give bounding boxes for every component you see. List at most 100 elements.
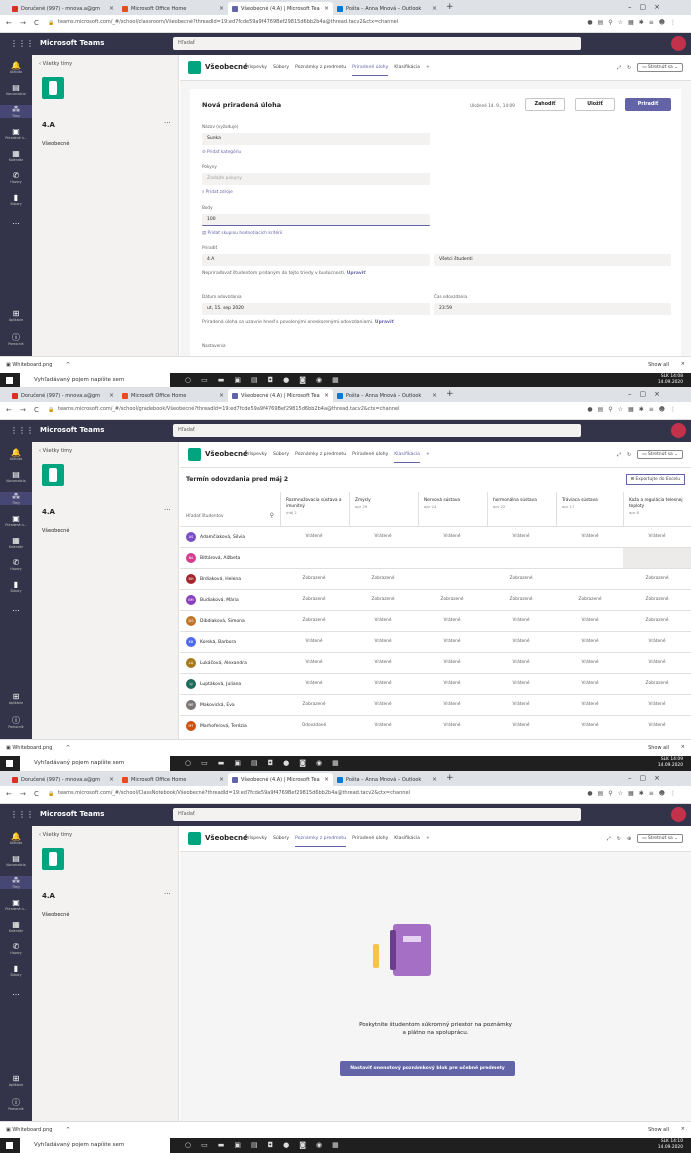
close-icon[interactable]: × [219,776,224,783]
export-excel-button[interactable]: ⊞ Exportujte do Excelu [625,474,685,485]
expand-icon[interactable]: ⤢ [607,836,611,842]
rail-more[interactable]: ... [0,988,32,997]
grade-cell[interactable]: Vrátené [422,681,482,686]
close-icon[interactable]: × [432,392,437,399]
setup-notebook-button[interactable]: Nastaviť onenotový poznámkový blok pre u… [340,1061,515,1076]
assign-button[interactable]: Priradiť [625,98,671,111]
grade-cell[interactable]: Vrátené [422,723,482,728]
grade-cell[interactable]: Vrátené [353,618,413,623]
user-avatar[interactable] [671,423,686,438]
grade-cell[interactable]: Vrátené [353,639,413,644]
window-controls[interactable]: –▢× [628,774,668,782]
tab-assignments[interactable]: Priradené úlohy [352,65,389,76]
student-cell[interactable]: MT Marhoferová, Terézia [186,721,247,731]
back-arrow-icon[interactable]: ← [6,19,12,27]
search-input[interactable]: Hľadať [173,424,581,437]
team-more-icon[interactable]: ··· [164,119,171,127]
grade-cell[interactable]: Zobrazené [560,597,620,602]
browser-tab-gmail[interactable]: Doručené (997) - mnova.a@gm × [8,389,118,402]
students-select[interactable]: Všetci študenti [434,254,671,266]
tab-grades[interactable]: Klasifikácia [394,65,420,76]
grade-cell[interactable]: Vrátené [560,681,620,686]
rail-files[interactable]: ▮ Súbory [0,964,32,977]
grade-cell[interactable]: Vrátené [491,702,551,707]
browser-tab-teams[interactable]: Všeobecné (4.A) | Microsoft Tea × [228,2,333,15]
grade-cell[interactable]: Vrátené [284,681,344,686]
table-row[interactable]: BH Brdiaková, Helena Zobrazené Zobrazené Zob… [180,568,691,588]
student-cell[interactable]: BM Budiaková, Mária [186,595,239,605]
edit-link[interactable]: Upraviť [347,271,366,276]
grade-cell[interactable]: Vrátené [353,723,413,728]
grade-cell[interactable]: Vrátené [627,702,687,707]
app-launcher-icon[interactable]: ⋮⋮⋮ [10,39,34,48]
grade-cell[interactable]: Vrátené [422,618,482,623]
reload-icon[interactable]: C [34,19,39,27]
url-text[interactable]: teams.microsoft.com/_#/school/ClassNoteb… [58,790,410,796]
rail-assignments[interactable]: ▣ Priradené ú... [0,127,32,140]
close-icon[interactable]: × [681,744,685,750]
rail-apps[interactable]: ⊞ Aplikácie [0,309,32,322]
back-to-teams[interactable]: ‹ Všetky tímy [39,61,72,67]
browser-tab-gmail[interactable]: Doručené (997) - mnova.a@gm × [8,773,118,786]
url-text[interactable]: teams.microsoft.com/_#/school/classroom/… [58,19,398,25]
grade-cell[interactable]: Zobrazené [284,618,344,623]
grade-cell[interactable]: Vrátené [627,660,687,665]
student-cell[interactable]: ME Makovická, Eva [186,700,235,710]
grade-cell[interactable]: Vrátené [284,660,344,665]
forward-arrow-icon[interactable]: → [20,406,26,414]
meet-button[interactable]: ▭ Stretnúť sa ⌄ [637,834,683,843]
grade-cell[interactable]: Vrátené [353,681,413,686]
grade-cell[interactable]: Vrátené [627,534,687,539]
taskbar-app-icons[interactable]: ○▭▬▣▤◘●◙◉▦ [185,759,349,767]
rail-calendar[interactable]: ▦ Kalendár [0,920,32,933]
class-select[interactable]: 4.A [202,254,430,266]
grade-cell[interactable]: Zobrazené [353,576,413,581]
grade-cell[interactable]: Odovzdané [284,723,344,728]
extension-icons[interactable]: ●▤⚲☆▦✱≡☻⋮ [587,406,681,413]
grade-cell[interactable]: Vrátené [560,702,620,707]
close-icon[interactable]: × [432,776,437,783]
browser-tab-gmail[interactable]: Doručené (997) - mnova.a@gm × [8,2,118,15]
grade-cell[interactable]: Vrátené [560,660,620,665]
grade-cell[interactable]: Zobrazené [284,576,344,581]
back-to-teams[interactable]: ‹ Všetky tímy [39,832,72,838]
grade-cell[interactable]: Vrátené [422,639,482,644]
rail-apps[interactable]: ⊞ Aplikácie [0,692,32,705]
chevron-up-icon[interactable]: ^ [66,362,70,368]
grade-cell[interactable]: Vrátené [560,639,620,644]
tab-notes[interactable]: Poznámky z predmetu [295,452,346,463]
taskbar-app-icons[interactable]: ○▭▬▣▤◘●◙◉▦ [185,1141,349,1149]
rail-calls[interactable]: ✆ Hovory [0,558,32,571]
grade-cell[interactable]: Zobrazené [627,681,687,686]
rail-activity[interactable]: 🔔 Aktivita [0,832,32,845]
tab-files[interactable]: Súbory [273,836,289,847]
tab-assignments[interactable]: Priradené úlohy [352,452,388,463]
download-file[interactable]: ▣ Whiteboard.png ^ [6,362,70,368]
grade-cell[interactable]: Vrátené [422,534,482,539]
taskbar-search[interactable]: Vyhľadávaný pojem napíšte sem [20,756,170,771]
grade-cell[interactable]: Vrátené [353,702,413,707]
tab-add[interactable]: + [426,836,430,847]
grade-cell[interactable]: Vrátené [353,660,413,665]
chevron-up-icon[interactable]: ^ [66,745,70,751]
grade-cell[interactable]: Vrátené [627,723,687,728]
table-row[interactable]: LA Lukáčová, Alexandra Vrátené Vrátené Vráte… [180,652,691,672]
back-arrow-icon[interactable]: ← [6,406,12,414]
grade-cell[interactable]: Vrátené [491,723,551,728]
instructions-input[interactable]: Zadajte pokyny [202,173,430,185]
edit-link[interactable]: Upraviť [375,320,394,325]
tab-posts[interactable]: Príspevky [245,452,267,463]
table-row[interactable]: BM Budiaková, Mária Zobrazené Zobrazené Zobr… [180,589,691,609]
rail-files[interactable]: ▮ Súbory [0,193,32,206]
chevron-up-icon[interactable]: ^ [66,1127,70,1133]
close-icon[interactable]: × [324,5,329,12]
rail-chat[interactable]: ▤ Konverzácia [0,83,32,96]
close-icon[interactable]: × [432,5,437,12]
taskbar-app-icons[interactable]: ○▭▬▣▤◘●◙◉▦ [185,376,349,384]
window-controls[interactable]: –▢× [628,3,668,11]
table-row[interactable]: ME Makovická, Eva Zobrazené Vrátené Vrátené V… [180,694,691,714]
rail-help[interactable]: ⓘ Pomocník [0,1098,32,1111]
browser-tab-outlook[interactable]: Pošta – Anna Mnová – Outlook × [333,2,441,15]
close-icon[interactable]: × [109,392,114,399]
close-icon[interactable]: × [324,776,329,783]
